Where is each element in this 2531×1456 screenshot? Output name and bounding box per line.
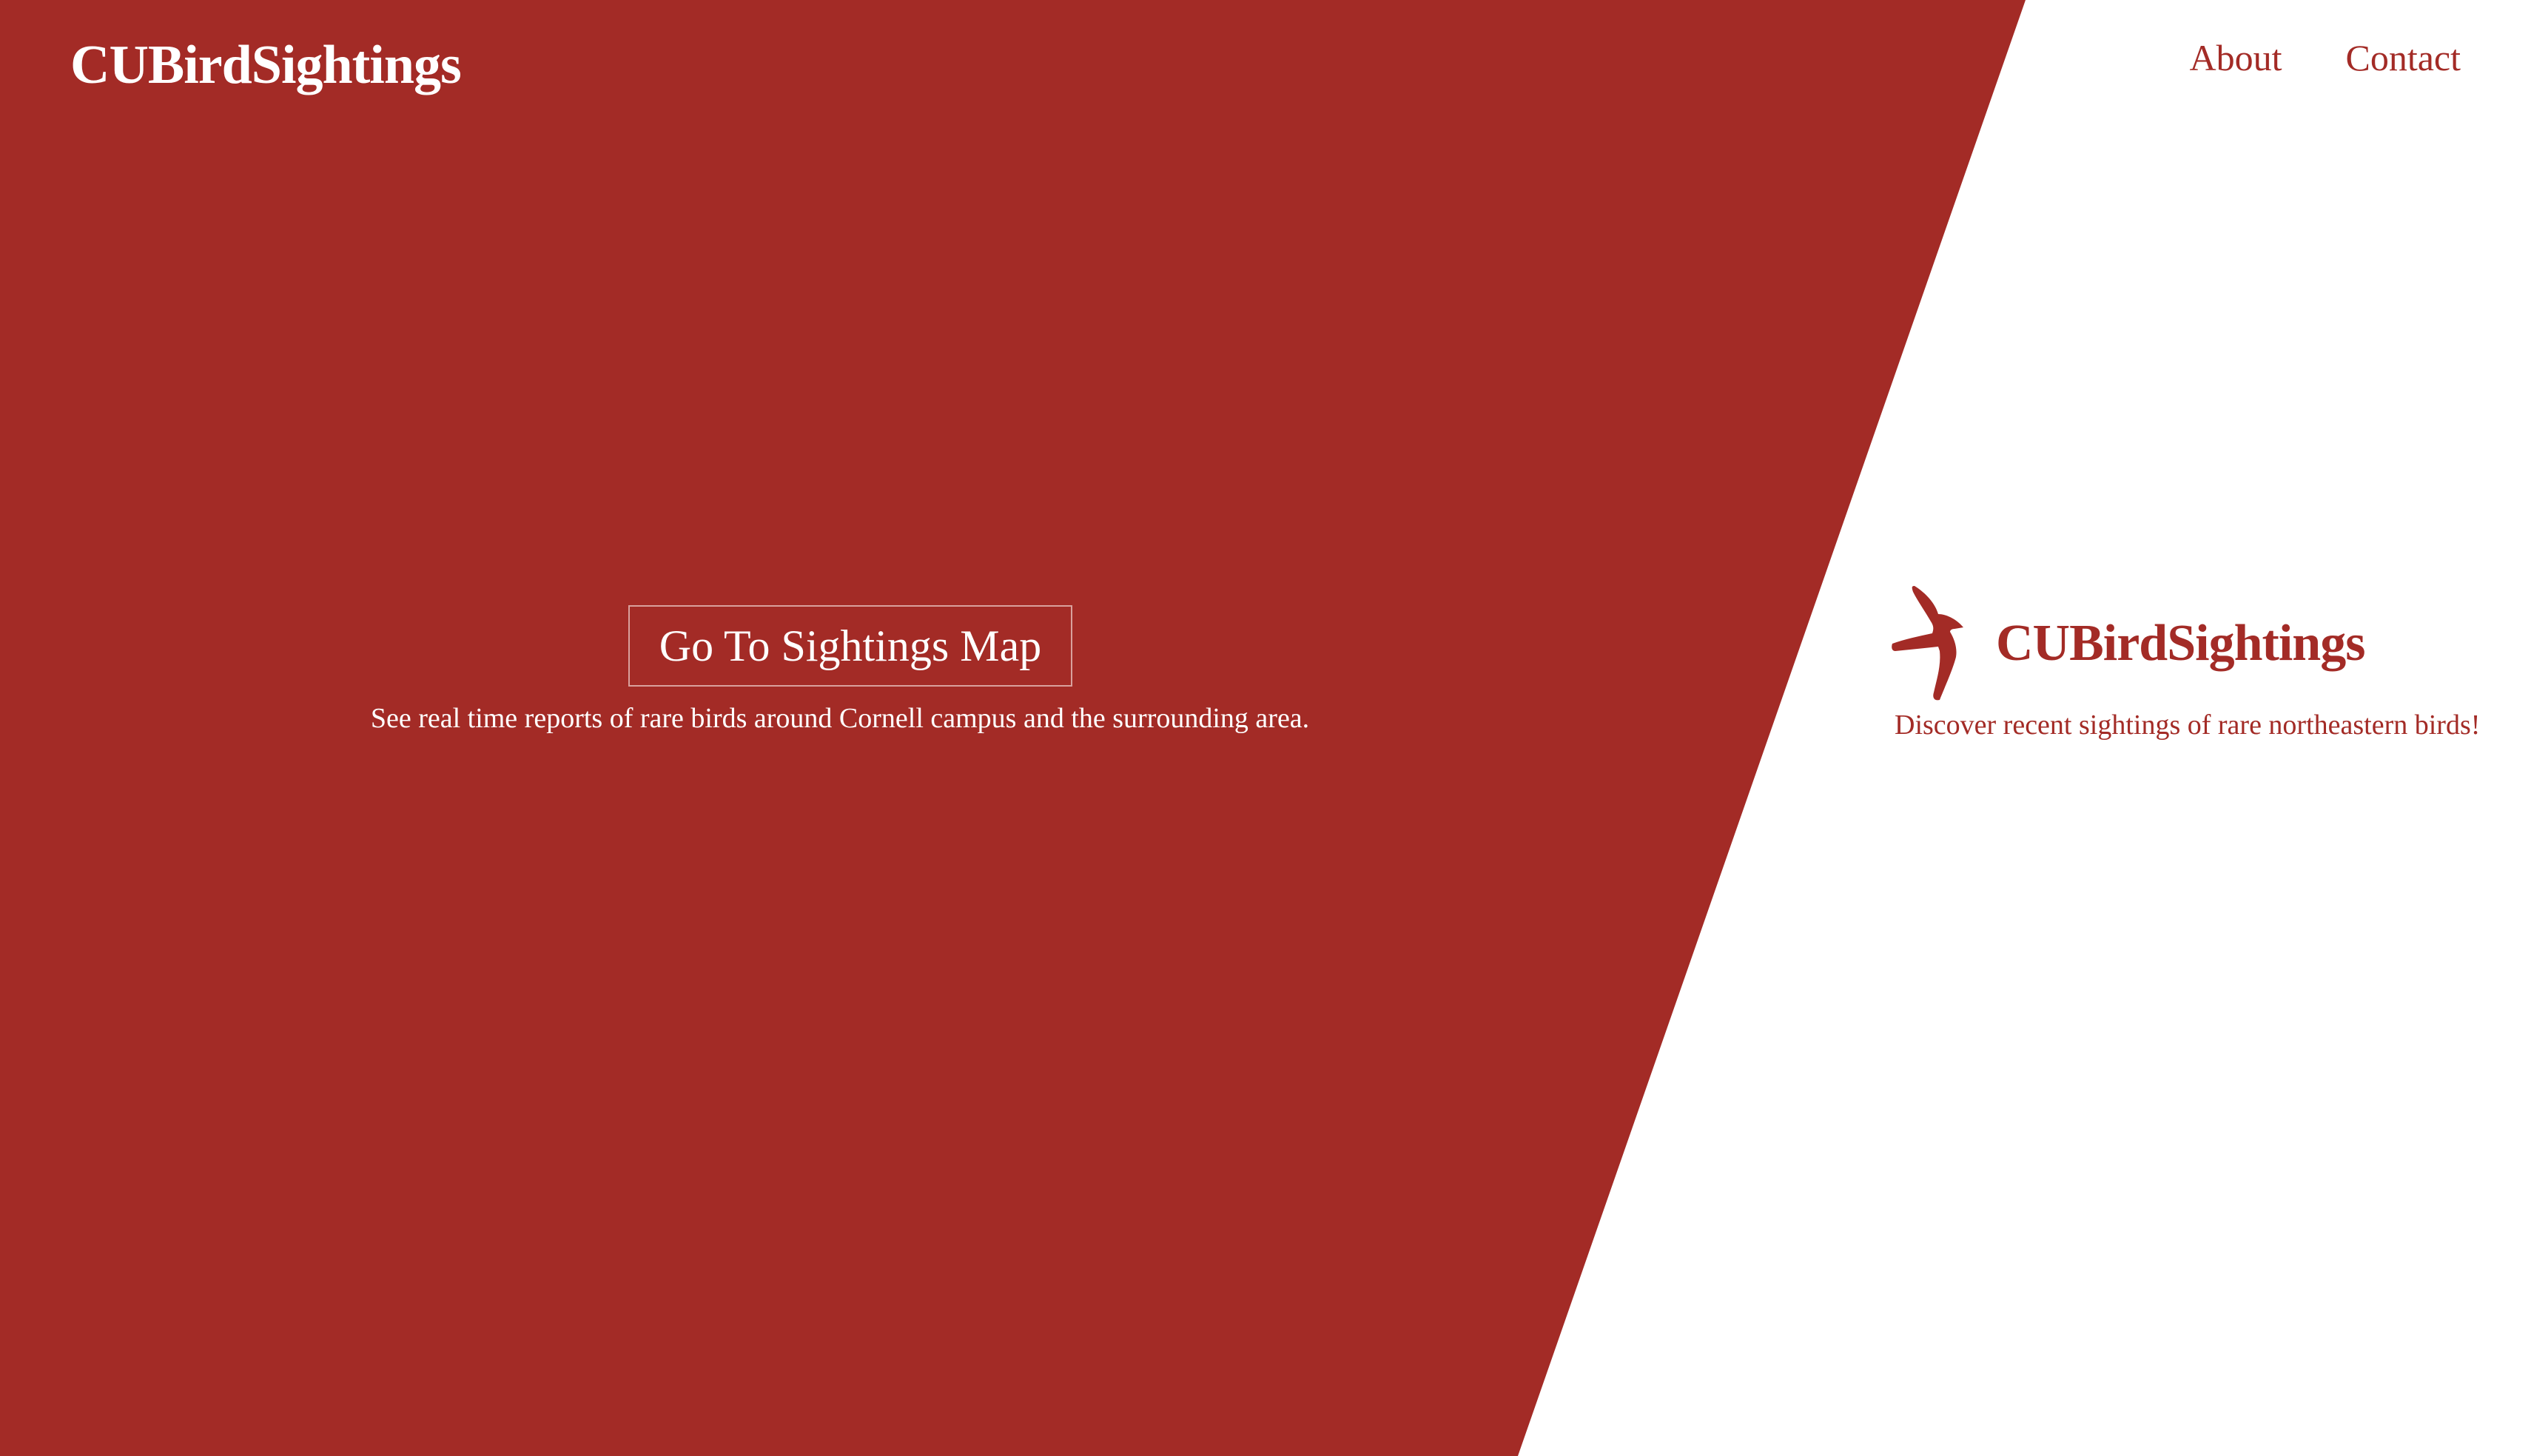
landing-page: CUBirdSightings About Contact Go To Sigh… bbox=[0, 0, 2531, 1456]
bird-icon bbox=[1892, 586, 1963, 701]
hero-subtitle: See real time reports of rare birds arou… bbox=[370, 703, 1310, 734]
side-tagline: Discover recent sightings of rare northe… bbox=[1895, 710, 2481, 741]
nav-link-contact[interactable]: Contact bbox=[2345, 30, 2461, 86]
nav-link-about[interactable]: About bbox=[2189, 30, 2282, 86]
main-nav: About Contact bbox=[2189, 30, 2461, 86]
side-brand: CUBirdSightings bbox=[1891, 584, 2365, 703]
side-title: CUBirdSightings bbox=[1996, 615, 2365, 672]
site-brand[interactable]: CUBirdSightings bbox=[70, 28, 462, 102]
go-to-sightings-map-button[interactable]: Go To Sightings Map bbox=[628, 605, 1072, 687]
